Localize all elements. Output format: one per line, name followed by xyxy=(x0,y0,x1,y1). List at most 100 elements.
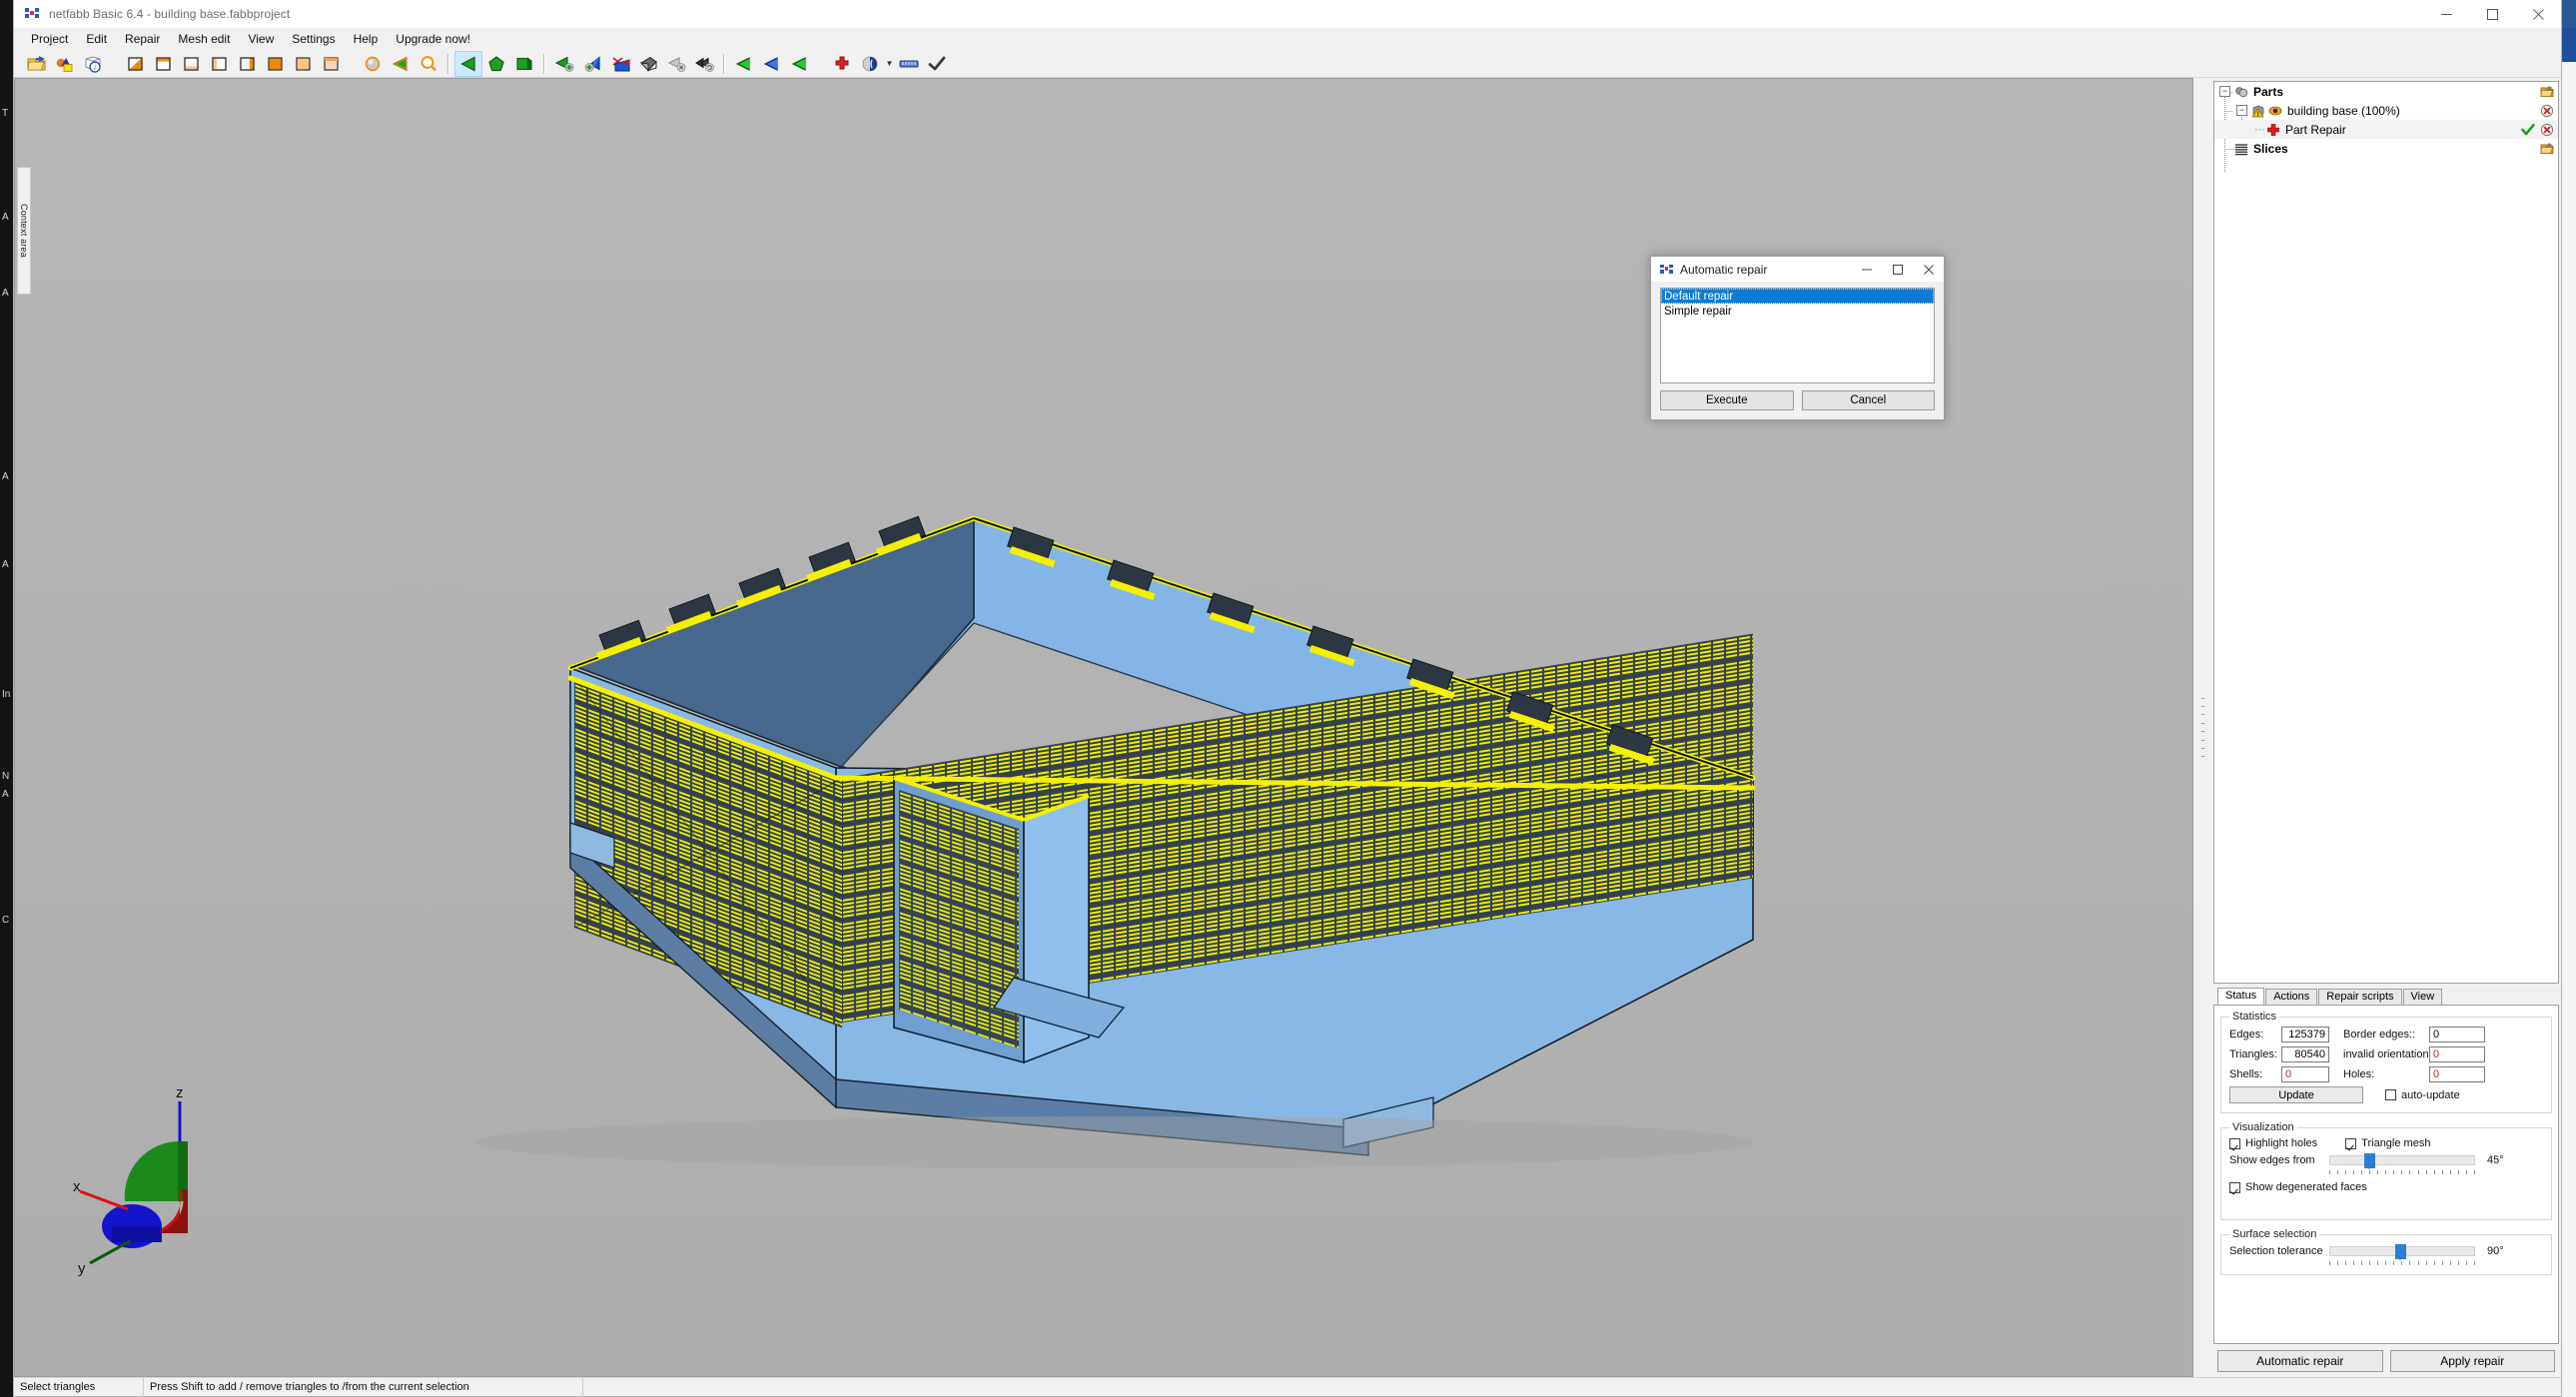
tab-repair-scripts[interactable]: Repair scripts xyxy=(2318,989,2402,1005)
add-shell-icon[interactable] xyxy=(578,51,606,77)
shells-value[interactable]: 0 xyxy=(2281,1066,2329,1082)
repair-part-icon[interactable] xyxy=(828,51,856,77)
open-project-icon[interactable] xyxy=(23,51,51,77)
auto-update-checkbox[interactable]: auto-update xyxy=(2385,1089,2460,1101)
tab-view[interactable]: View xyxy=(2402,989,2443,1005)
window-controls xyxy=(2423,0,2561,28)
show-edges-slider[interactable] xyxy=(2329,1153,2475,1174)
menu-repair[interactable]: Repair xyxy=(116,30,169,49)
wrap-patch-icon[interactable] xyxy=(786,51,814,77)
tab-actions[interactable]: Actions xyxy=(2265,989,2318,1005)
highlight-holes-checkbox-box xyxy=(2229,1137,2240,1149)
close-button[interactable] xyxy=(2515,0,2561,28)
slice-preview-icon[interactable] xyxy=(856,51,884,77)
minimize-button[interactable] xyxy=(2423,0,2469,28)
folder-open-icon[interactable] xyxy=(2540,85,2554,99)
tree-node-part-repair[interactable]: ⋯ Part Repair xyxy=(2214,120,2558,139)
stitch-icon[interactable] xyxy=(758,51,786,77)
panel-splitter[interactable] xyxy=(2193,78,2211,1377)
border-edges-label: Border edges:: xyxy=(2343,1029,2416,1041)
menu-project[interactable]: Project xyxy=(22,30,77,49)
apply-repair-button[interactable]: Apply repair xyxy=(2389,1350,2555,1372)
context-area-tab[interactable]: Context area xyxy=(17,167,31,295)
highlight-holes-checkbox[interactable]: Highlight holes xyxy=(2229,1137,2317,1149)
tree-node-building-base[interactable]: − building base (100%) xyxy=(2214,101,2558,120)
menu-upgrade-now[interactable]: Upgrade now! xyxy=(387,30,479,49)
automatic-repair-dialog[interactable]: Automatic repair Default repair Simple r… xyxy=(1650,256,1945,420)
view-front-icon[interactable] xyxy=(205,51,233,77)
show-degenerated-faces-checkbox-box xyxy=(2229,1181,2240,1193)
menu-help[interactable]: Help xyxy=(345,30,388,49)
view-left-icon[interactable] xyxy=(261,51,289,77)
surface-row-tolerance: Selection tolerance 90° xyxy=(2229,1244,2543,1265)
remove-icon[interactable] xyxy=(2540,123,2554,137)
invalid-orientation-value[interactable]: 0 xyxy=(2429,1047,2485,1062)
close-holes-icon[interactable] xyxy=(730,51,758,77)
dialog-close-button[interactable] xyxy=(1913,257,1944,282)
view-back-icon[interactable] xyxy=(233,51,261,77)
select-shell-icon[interactable] xyxy=(510,51,538,77)
repair-mode-list[interactable]: Default repair Simple repair xyxy=(1660,288,1935,383)
triangles-value[interactable]: 80540 xyxy=(2281,1047,2329,1062)
dialog-minimize-button[interactable] xyxy=(1851,257,1882,282)
select-triangles-icon[interactable] xyxy=(454,50,482,77)
netfabb-main-window: netfabb Basic 6.4 - building base.fabbpr… xyxy=(13,0,2562,1397)
menu-mesh-edit[interactable]: Mesh edit xyxy=(169,30,239,49)
cancel-button[interactable]: Cancel xyxy=(1801,390,1935,410)
view-iso-icon[interactable] xyxy=(121,51,149,77)
maximize-button[interactable] xyxy=(2469,0,2515,28)
slice-dropdown-arrow-icon[interactable]: ▼ xyxy=(884,59,895,68)
menu-edit[interactable]: Edit xyxy=(77,30,116,49)
expander-building-base[interactable]: − xyxy=(2236,105,2247,116)
view-bottom-icon[interactable] xyxy=(177,51,205,77)
undo-selection-icon[interactable] xyxy=(690,51,718,77)
project-tree[interactable]: − Parts − building base (100%) ⋯ Part Re… xyxy=(2213,81,2559,984)
menu-view[interactable]: View xyxy=(239,30,283,49)
show-edges-slider-thumb[interactable] xyxy=(2364,1153,2376,1169)
cut-icon[interactable] xyxy=(606,51,634,77)
part-info-icon[interactable]: i xyxy=(79,51,107,77)
edges-value[interactable]: 125379 xyxy=(2281,1027,2329,1043)
execute-button[interactable]: Execute xyxy=(1660,390,1794,410)
tree-node-slices[interactable]: Slices xyxy=(2214,139,2558,158)
measure-icon[interactable] xyxy=(895,51,923,77)
show-degenerated-faces-checkbox[interactable]: Show degenerated faces xyxy=(2229,1181,2367,1193)
view-right-icon[interactable] xyxy=(289,51,317,77)
visualization-group: Visualization Highlight holes Triangle m… xyxy=(2220,1121,2552,1220)
tree-node-parts[interactable]: − Parts xyxy=(2214,82,2558,101)
new-part-icon[interactable] xyxy=(51,51,79,77)
select-surface-icon[interactable] xyxy=(482,51,510,77)
zoom-view-icon[interactable] xyxy=(415,51,442,77)
expander-parts[interactable]: − xyxy=(2219,86,2230,97)
dialog-maximize-button[interactable] xyxy=(1882,257,1913,282)
selection-tolerance-slider-thumb[interactable] xyxy=(2395,1244,2407,1260)
repair-option-simple[interactable]: Simple repair xyxy=(1661,304,1934,319)
axis-orientation-gizmo[interactable]: z x y xyxy=(70,1081,200,1281)
update-button[interactable]: Update xyxy=(2229,1086,2363,1103)
extrude-icon[interactable] xyxy=(634,51,662,77)
tree-label-parts: Parts xyxy=(2253,84,2284,99)
folder-open-icon[interactable] xyxy=(2540,142,2554,156)
tree-label-slices: Slices xyxy=(2253,141,2288,156)
automatic-repair-button[interactable]: Automatic repair xyxy=(2217,1350,2383,1372)
pan-view-icon[interactable] xyxy=(387,51,415,77)
tab-status[interactable]: Status xyxy=(2217,988,2265,1005)
delete-triangles-icon[interactable] xyxy=(662,51,690,77)
stat-row-edges: Edges: 125379 Border edges:: 0 xyxy=(2229,1027,2543,1043)
tree-row-actions-parts xyxy=(2540,82,2554,101)
eye-icon[interactable] xyxy=(2268,104,2282,118)
holes-value[interactable]: 0 xyxy=(2429,1066,2485,1082)
menu-settings[interactable]: Settings xyxy=(283,30,344,49)
rotate-view-icon[interactable] xyxy=(359,51,387,77)
border-edges-value[interactable]: 0 xyxy=(2429,1027,2485,1043)
slices-icon xyxy=(2235,143,2247,155)
apply-repair-icon[interactable] xyxy=(923,51,951,77)
view-top-icon[interactable] xyxy=(149,51,177,77)
view-all-icon[interactable] xyxy=(317,51,345,77)
remove-icon[interactable] xyxy=(2540,104,2554,118)
green-check-icon[interactable] xyxy=(2521,123,2535,137)
selection-tolerance-slider[interactable] xyxy=(2329,1244,2475,1265)
add-triangles-icon[interactable] xyxy=(550,51,578,77)
repair-option-default[interactable]: Default repair xyxy=(1661,289,1934,304)
triangle-mesh-checkbox[interactable]: Triangle mesh xyxy=(2345,1137,2430,1149)
